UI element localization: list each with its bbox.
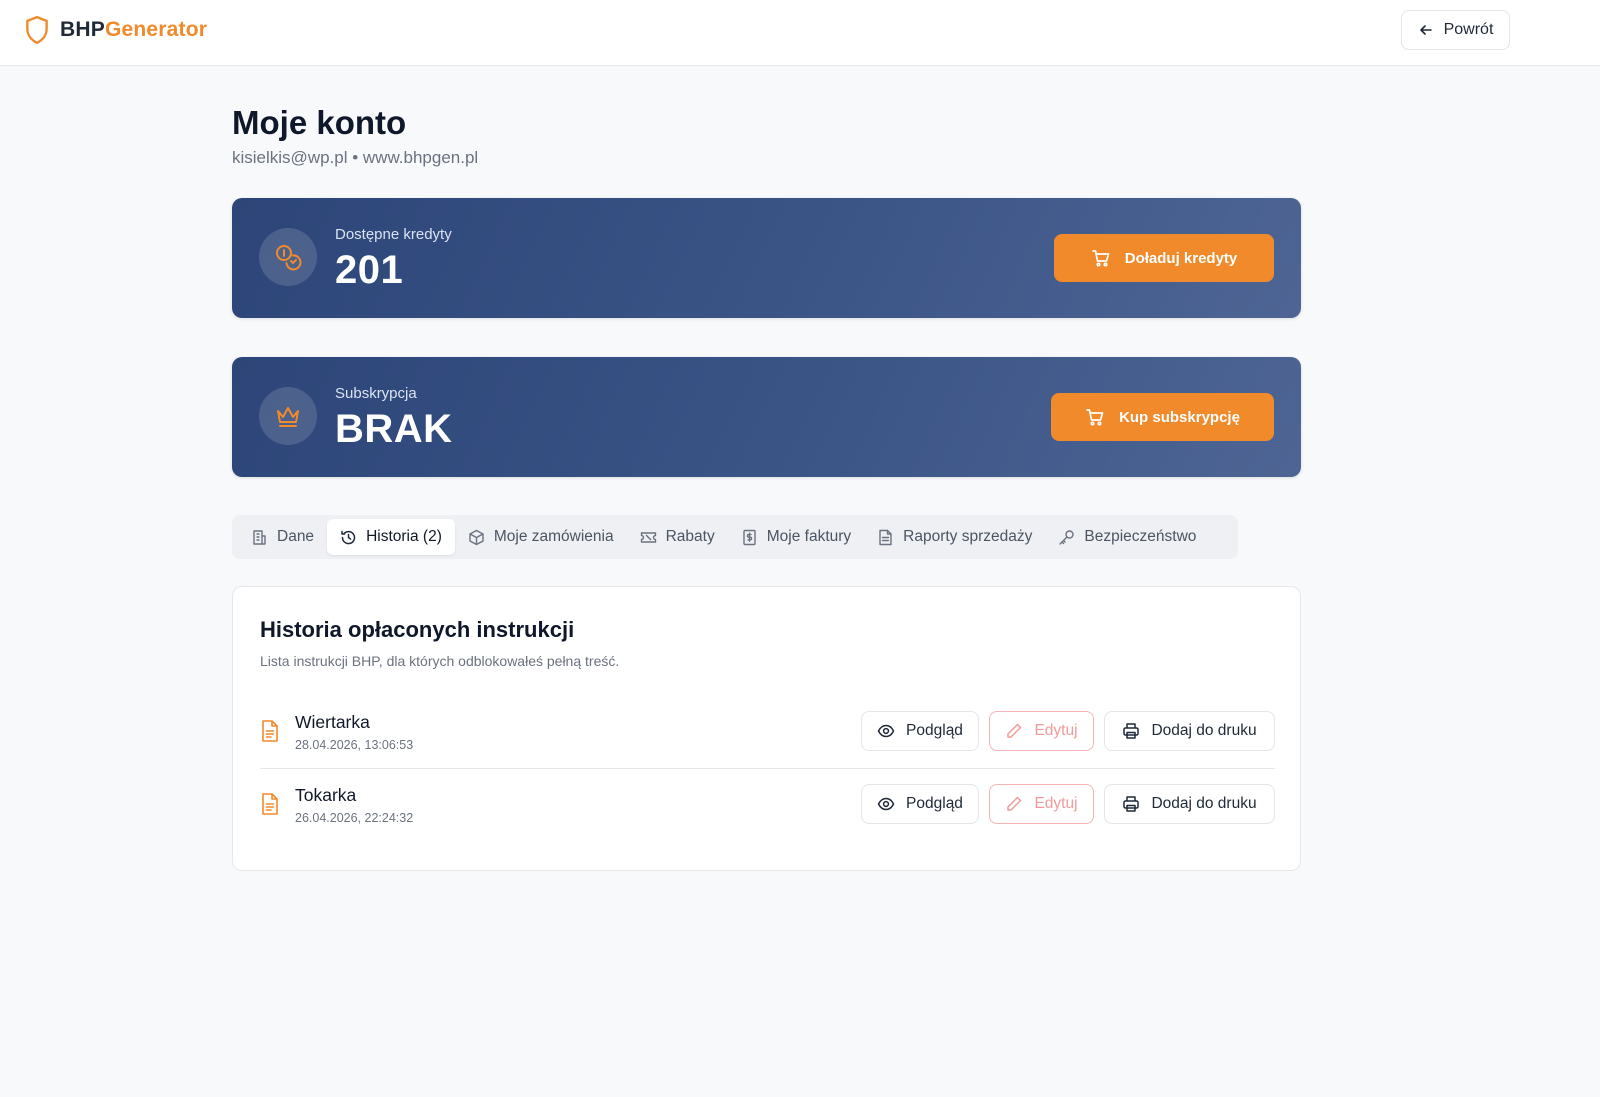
instruction-name: Wiertarka [295, 712, 370, 732]
logo-text: BHPGenerator [60, 18, 207, 42]
crown-icon [277, 407, 299, 427]
preview-button[interactable]: Podgląd [861, 711, 979, 751]
subscription-value: BRAK [335, 407, 453, 451]
credits-label: Dostępne kredyty [335, 226, 452, 243]
tab-rabaty[interactable]: Rabaty [627, 519, 728, 555]
history-title: Historia opłaconych instrukcji [260, 617, 575, 642]
credits-value: 201 [335, 248, 404, 292]
instruction-name: Tokarka [295, 785, 357, 805]
instruction-date: 26.04.2026, 22:24:32 [295, 811, 414, 825]
cart-icon [1091, 250, 1110, 267]
top-up-credits-button[interactable]: Doładuj kredyty [1054, 234, 1274, 282]
subscription-label: Subskrypcja [335, 385, 417, 402]
tab-moje-zamowienia[interactable]: Moje zamówienia [455, 519, 627, 555]
logo-text-bhp: BHP [60, 18, 105, 41]
back-button[interactable]: Powrót [1401, 10, 1510, 50]
tab-raporty-sprzedazy[interactable]: Raporty sprzedaży [864, 519, 1045, 555]
tab-dane-label: Dane [277, 528, 315, 545]
buy-subscription-button[interactable]: Kup subskrypcję [1051, 393, 1274, 441]
eye-icon [877, 797, 895, 811]
coins-icon [276, 245, 302, 271]
history-icon [341, 530, 356, 544]
tab-raporty-sprzedazy-label: Raporty sprzedaży [903, 528, 1033, 545]
document-icon [262, 720, 278, 742]
pencil-icon [1007, 723, 1022, 738]
account-tabs: Dane Historia (2) Moje zamówienia Rabaty… [232, 515, 1238, 559]
logo-text-generator: Generator [104, 18, 208, 41]
history-description: Lista instrukcji BHP, dla których odblok… [260, 653, 620, 669]
account-email: kisielkis@wp.pl • www.bhpgen.pl [232, 148, 479, 167]
tab-moje-zamowienia-label: Moje zamówienia [493, 528, 614, 545]
package-icon [469, 529, 484, 545]
document-icon [262, 793, 278, 815]
tab-bezpieczenstwo[interactable]: Bezpieczeństwo [1045, 519, 1209, 555]
tab-historia[interactable]: Historia (2) [327, 519, 455, 555]
add-to-print-label: Dodaj do druku [1151, 722, 1257, 739]
preview-button-label: Podgląd [906, 722, 963, 739]
printer-icon [1123, 796, 1140, 812]
coins-icon-wrap [259, 228, 317, 286]
report-icon [879, 529, 892, 545]
building-icon [253, 529, 266, 545]
tab-dane[interactable]: Dane [238, 519, 327, 555]
add-to-print-label: Dodaj do druku [1151, 795, 1257, 812]
history-panel: Historia opłaconych instrukcji Lista ins… [232, 586, 1301, 871]
top-bar: BHPGenerator Powrót [0, 0, 1600, 66]
tab-moje-faktury-label: Moje faktury [766, 528, 852, 545]
preview-button[interactable]: Podgląd [861, 784, 979, 824]
arrow-left-icon [1419, 25, 1432, 35]
tab-moje-faktury[interactable]: Moje faktury [728, 519, 864, 555]
add-to-print-button[interactable]: Dodaj do druku [1104, 711, 1275, 751]
edit-button[interactable]: Edytuj [989, 711, 1094, 751]
key-icon [1059, 529, 1075, 545]
buy-subscription-label: Kup subskrypcję [1119, 408, 1240, 426]
back-button-label: Powrót [1443, 21, 1494, 38]
tab-bezpieczenstwo-label: Bezpieczeństwo [1084, 528, 1197, 545]
tab-rabaty-label: Rabaty [665, 528, 715, 545]
edit-button-label: Edytuj [1034, 722, 1078, 739]
invoice-icon [743, 529, 756, 545]
eye-icon [877, 724, 895, 738]
instruction-date: 28.04.2026, 13:06:53 [295, 738, 414, 752]
edit-button-label: Edytuj [1034, 795, 1078, 812]
edit-button[interactable]: Edytuj [989, 784, 1094, 824]
subscription-card: Subskrypcja BRAK Kup subskrypcję [232, 357, 1301, 477]
pencil-icon [1007, 796, 1022, 811]
shield-icon [26, 15, 48, 45]
credits-card: Dostępne kredyty 201 Doładuj kredyty [232, 198, 1301, 318]
cart-icon [1086, 409, 1104, 426]
ticket-icon [640, 531, 656, 543]
history-row: Wiertarka 28.04.2026, 13:06:53 Podgląd E… [260, 697, 1275, 769]
top-up-credits-label: Doładuj kredyty [1124, 249, 1238, 267]
tab-historia-label: Historia (2) [366, 528, 442, 545]
page-title: Moje konto [232, 104, 407, 141]
printer-icon [1123, 723, 1140, 739]
add-to-print-button[interactable]: Dodaj do druku [1104, 784, 1275, 824]
crown-icon-wrap [259, 387, 317, 445]
history-row: Tokarka 26.04.2026, 22:24:32 Podgląd Edy… [260, 770, 1275, 842]
preview-button-label: Podgląd [906, 795, 963, 812]
logo[interactable]: BHPGenerator [24, 14, 207, 46]
